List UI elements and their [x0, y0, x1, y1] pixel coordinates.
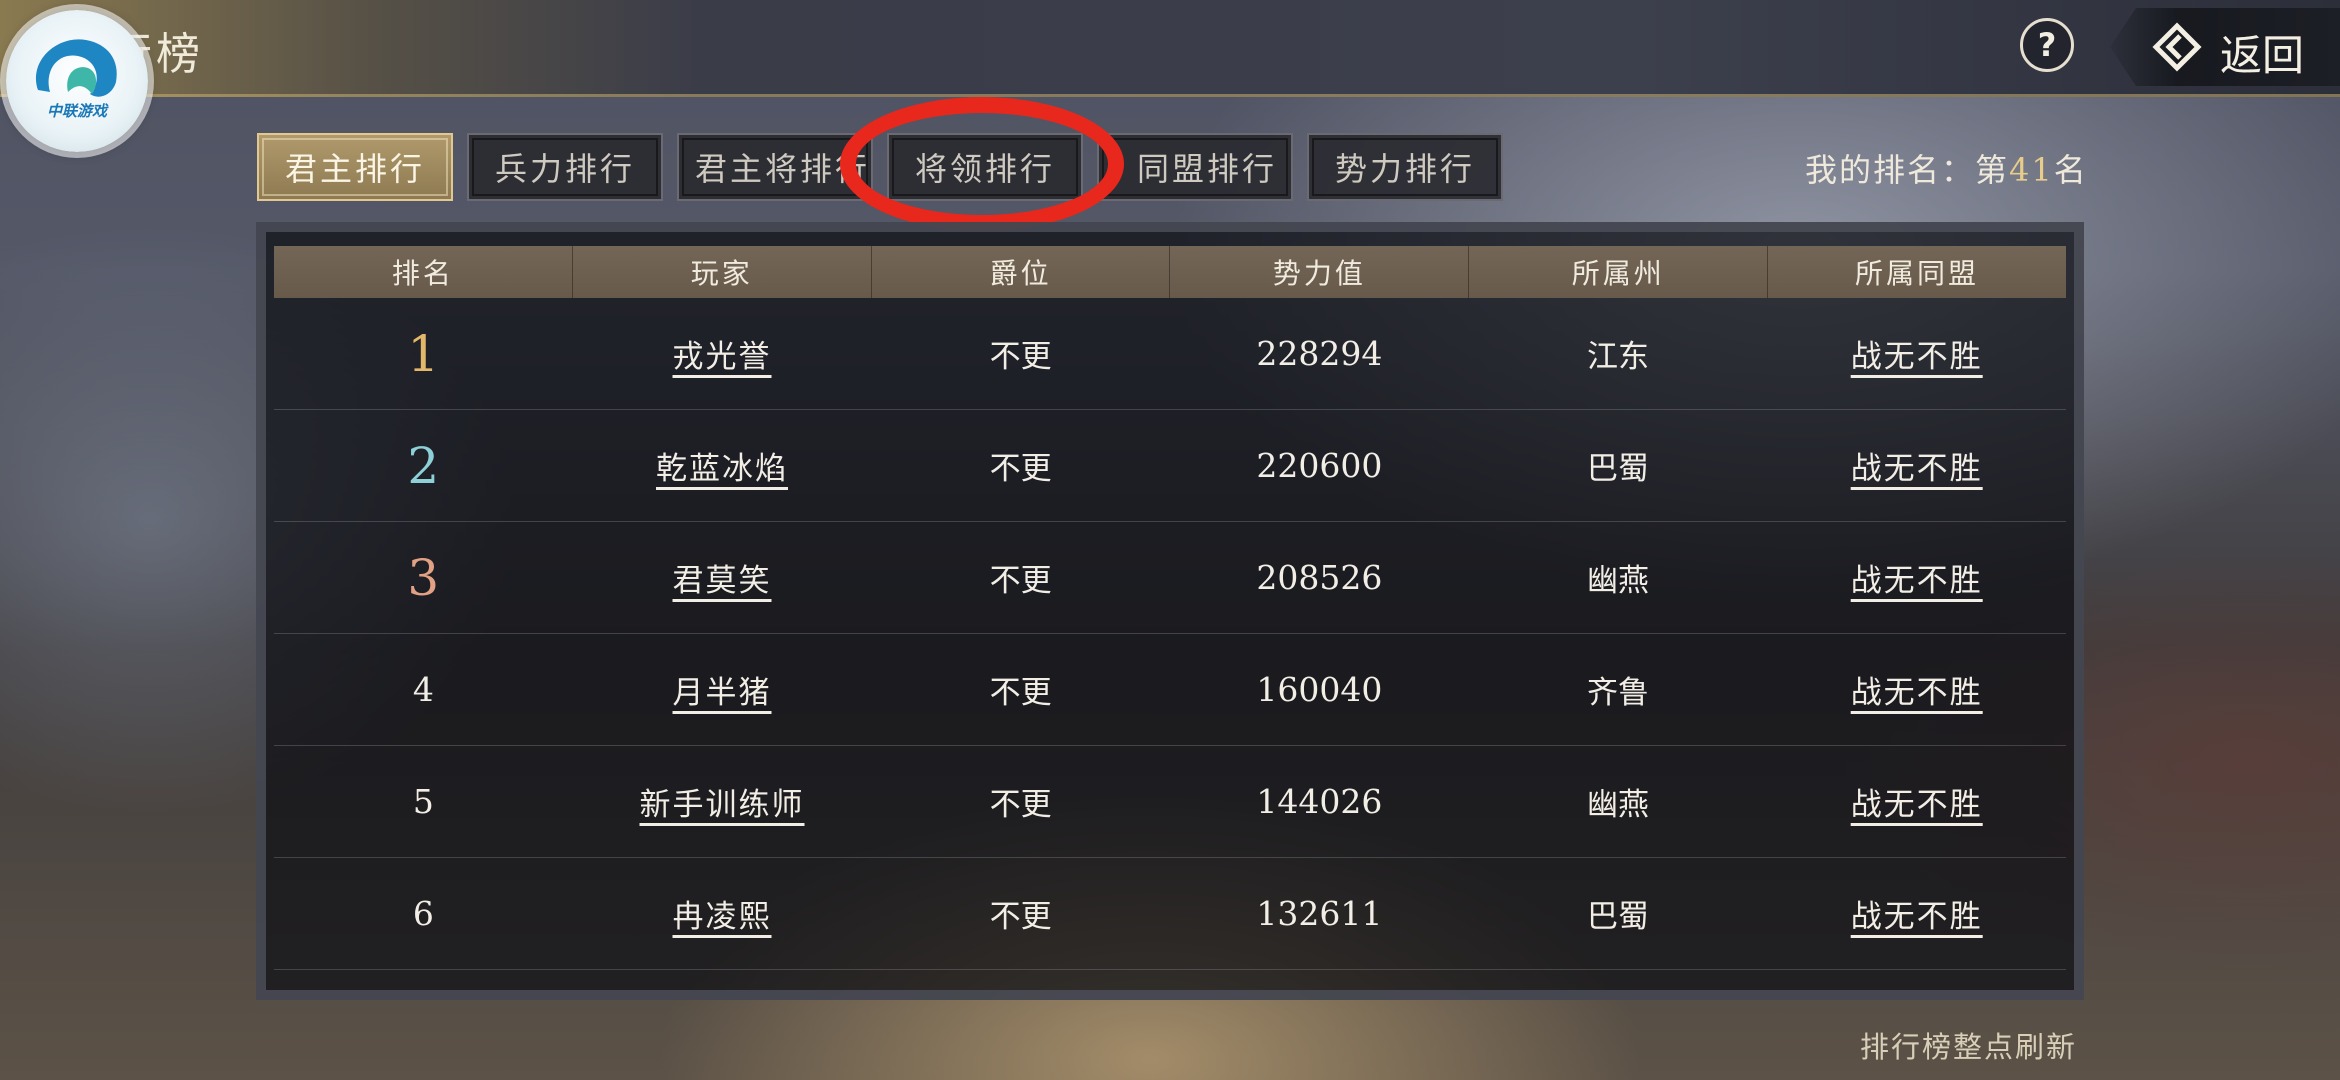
- player-cell[interactable]: 戎光誉: [573, 298, 872, 409]
- back-button[interactable]: 返回: [2110, 8, 2340, 86]
- column-header-title: 爵位: [872, 246, 1171, 298]
- table-row: 4 月半猪 不更 160040 齐鲁 战无不胜: [274, 634, 2066, 746]
- state-cell: 幽燕: [1587, 563, 1650, 599]
- table-row: 6 冉凌熙 不更 132611 巴蜀 战无不胜: [274, 858, 2066, 970]
- rank-cell: 2: [407, 436, 440, 495]
- power-cell: 208526: [1256, 558, 1383, 597]
- title-cell: 不更: [989, 675, 1052, 711]
- my-rank-prefix: 我的排名：第: [1805, 151, 2010, 189]
- title-cell: 不更: [989, 451, 1052, 487]
- player-name-link[interactable]: 乾蓝冰焰: [656, 443, 788, 488]
- player-name-link[interactable]: 君莫笑: [673, 555, 772, 600]
- alliance-name-link[interactable]: 战无不胜: [1851, 667, 1983, 712]
- power-cell: 228294: [1256, 334, 1383, 373]
- player-cell[interactable]: 月半猪: [573, 634, 872, 745]
- logo-swirl-icon: [36, 39, 117, 97]
- rank-cell: 1: [407, 324, 440, 383]
- state-cell: 巴蜀: [1587, 899, 1650, 935]
- alliance-cell[interactable]: 战无不胜: [1767, 410, 2066, 521]
- tab-faction-ranking[interactable]: 势力排行: [1307, 133, 1503, 201]
- title-cell: 不更: [989, 787, 1052, 823]
- help-button[interactable]: ?: [2020, 18, 2074, 72]
- alliance-name-link[interactable]: 战无不胜: [1851, 555, 1983, 600]
- state-cell: 江东: [1587, 339, 1650, 375]
- alliance-cell[interactable]: 战无不胜: [1767, 634, 2066, 745]
- table-row: 5 新手训练师 不更 144026 幽燕 战无不胜: [274, 746, 2066, 858]
- player-cell[interactable]: 冉凌熙: [573, 858, 872, 969]
- tab-troop-ranking[interactable]: 兵力排行: [467, 133, 663, 201]
- column-header-state: 所属州: [1469, 246, 1769, 298]
- rank-cell: 6: [412, 894, 434, 933]
- alliance-cell[interactable]: 战无不胜: [1767, 298, 2066, 409]
- player-cell[interactable]: 乾蓝冰焰: [573, 410, 872, 521]
- state-cell: 巴蜀: [1587, 451, 1650, 487]
- alliance-name-link[interactable]: 战无不胜: [1851, 443, 1983, 488]
- state-cell: 齐鲁: [1587, 675, 1650, 711]
- state-cell: 幽燕: [1587, 787, 1650, 823]
- player-cell[interactable]: 君莫笑: [573, 522, 872, 633]
- player-cell[interactable]: 新手训练师: [573, 746, 872, 857]
- player-name-link[interactable]: 新手训练师: [640, 779, 805, 824]
- rank-cell: 4: [412, 670, 434, 709]
- column-header-power: 势力值: [1170, 246, 1470, 298]
- ranking-table: 1 戎光誉 不更 228294 江东 战无不胜 2 乾蓝冰焰 不更 220600…: [274, 298, 2066, 970]
- rank-cell: 5: [412, 782, 434, 821]
- player-name-link[interactable]: 月半猪: [673, 667, 772, 712]
- power-cell: 160040: [1256, 670, 1383, 709]
- tab-lord-ranking[interactable]: 君主排行: [257, 133, 453, 201]
- alliance-cell[interactable]: 战无不胜: [1767, 746, 2066, 857]
- column-header-player: 玩家: [573, 246, 872, 298]
- power-cell: 220600: [1256, 446, 1383, 485]
- title-cell: 不更: [989, 339, 1052, 375]
- alliance-cell[interactable]: 战无不胜: [1767, 858, 2066, 969]
- my-rank-value: 41: [2009, 151, 2054, 189]
- back-arrow-icon: [2152, 22, 2202, 72]
- player-name-link[interactable]: 冉凌熙: [673, 891, 772, 936]
- logo-text: 中联游戏: [46, 102, 107, 120]
- column-header-alliance: 所属同盟: [1855, 257, 1980, 290]
- player-name-link[interactable]: 戎光誉: [673, 331, 772, 376]
- tab-general-ranking[interactable]: 将领排行: [887, 133, 1083, 201]
- back-label: 返回: [2220, 31, 2305, 80]
- alliance-name-link[interactable]: 战无不胜: [1851, 891, 1983, 936]
- title-cell: 不更: [989, 563, 1052, 599]
- alliance-name-link[interactable]: 战无不胜: [1851, 779, 1983, 824]
- power-cell: 132611: [1256, 894, 1383, 933]
- tab-lord-general-ranking[interactable]: 君主将排行: [677, 133, 873, 201]
- top-bar: [0, 0, 2340, 97]
- refresh-note: 排行榜整点刷新: [1860, 1030, 2078, 1064]
- app-logo: 中联游戏: [6, 10, 148, 152]
- column-header-rank: 排名: [274, 246, 573, 298]
- title-cell: 不更: [989, 899, 1052, 935]
- power-cell: 144026: [1256, 782, 1383, 821]
- my-rank-suffix: 名: [2053, 151, 2088, 189]
- rank-cell: 3: [407, 548, 440, 607]
- table-header: 排名 玩家 爵位 势力值 所属州 所属同盟: [274, 246, 2066, 298]
- tab-alliance-ranking[interactable]: 同盟排行: [1097, 133, 1293, 201]
- table-row: 3 君莫笑 不更 208526 幽燕 战无不胜: [274, 522, 2066, 634]
- alliance-name-link[interactable]: 战无不胜: [1851, 331, 1983, 376]
- table-row: 1 戎光誉 不更 228294 江东 战无不胜: [274, 298, 2066, 410]
- my-rank: 我的排名：第41名: [1805, 145, 2088, 191]
- alliance-cell[interactable]: 战无不胜: [1767, 522, 2066, 633]
- table-row: 2 乾蓝冰焰 不更 220600 巴蜀 战无不胜: [274, 410, 2066, 522]
